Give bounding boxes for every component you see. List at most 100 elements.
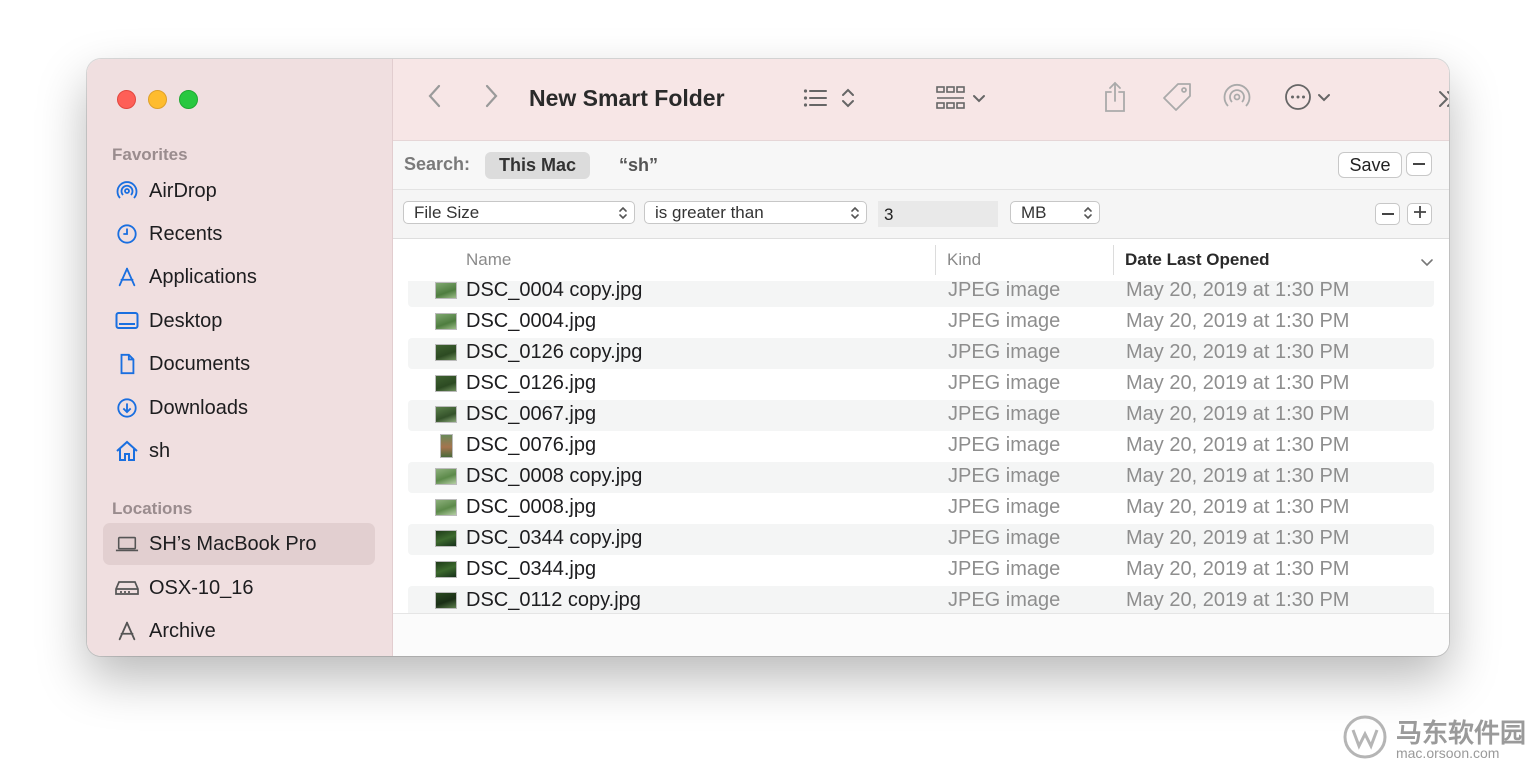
airdrop-icon [1222,82,1252,117]
more-toolbar-button[interactable] [1435,87,1449,115]
popup-arrows-icon [850,205,860,226]
file-kind: JPEG image [948,310,1061,332]
save-button[interactable]: Save [1338,152,1402,178]
file-name: DSC_0076.jpg [466,434,597,456]
file-date: May 20, 2019 at 1:30 PM [1126,281,1350,301]
action-menu-button[interactable] [1279,83,1335,115]
scope-this-mac-button[interactable]: This Mac [485,152,590,179]
file-date: May 20, 2019 at 1:30 PM [1126,496,1350,518]
file-date: May 20, 2019 at 1:30 PM [1126,558,1350,580]
sidebar-item-osx-disk[interactable]: OSX-10_16 [103,567,375,609]
disk-icon [115,576,139,600]
size-value-input[interactable]: 3 [878,201,998,227]
toolbar: New Smart Folder [393,59,1449,141]
sidebar-item-home[interactable]: sh [103,430,375,472]
table-row[interactable]: DSC_0344 copy.jpg JPEG image May 20, 201… [408,524,1434,555]
image-thumbnail-icon [435,344,457,361]
minus-icon [1381,213,1394,215]
image-thumbnail-icon [435,375,457,392]
chevron-down-icon [972,91,986,109]
file-kind: JPEG image [948,465,1061,487]
file-kind: JPEG image [948,589,1061,611]
table-row[interactable]: DSC_0126 copy.jpg JPEG image May 20, 201… [408,338,1434,369]
watermark-url: mac.orsoon.com [1395,744,1500,761]
search-scope-bar: Search: This Mac “sh” Save [393,141,1449,190]
watermark-text: 马东软件园 [1395,717,1526,748]
operator-popup[interactable]: is greater than [644,201,867,224]
attribute-popup[interactable]: File Size [403,201,635,224]
unit-popup[interactable]: MB [1010,201,1100,224]
table-row[interactable]: DSC_0004.jpg JPEG image May 20, 2019 at … [408,307,1434,338]
laptop-icon [115,532,139,556]
forward-button[interactable] [479,83,503,113]
unit-value: MB [1021,203,1047,222]
sidebar-item-documents[interactable]: Documents [103,343,375,385]
chevron-down-icon [1317,90,1331,108]
file-kind: JPEG image [948,496,1061,518]
sidebar-item-label: Recents [149,222,223,245]
table-header: Name Kind Date Last Opened [393,239,1449,282]
image-thumbnail-icon [435,406,457,423]
sidebar-item-label: SH’s MacBook Pro [149,532,317,555]
sidebar-item-label: Applications [149,265,257,288]
share-button[interactable] [1099,81,1131,117]
table-row[interactable]: DSC_0008 copy.jpg JPEG image May 20, 201… [408,462,1434,493]
file-name: DSC_0004.jpg [466,310,597,332]
sidebar-item-desktop[interactable]: Desktop [103,300,375,342]
list-view-button[interactable] [797,85,861,115]
table-row[interactable]: DSC_0126.jpg JPEG image May 20, 2019 at … [408,369,1434,400]
sidebar-item-label: Documents [149,352,251,375]
column-header-name[interactable]: Name [466,250,511,270]
tag-button[interactable] [1159,81,1195,117]
remove-criterion-button[interactable] [1375,203,1400,225]
table-row[interactable]: DSC_0004 copy.jpg JPEG image May 20, 201… [408,281,1434,307]
table-row[interactable]: DSC_0344.jpg JPEG image May 20, 2019 at … [408,555,1434,586]
column-header-date-last-opened[interactable]: Date Last Opened [1125,250,1270,270]
sidebar-item-applications[interactable]: Applications [103,256,375,298]
remove-search-button[interactable] [1406,152,1432,176]
sidebar-item-airdrop[interactable]: AirDrop [103,170,375,212]
file-date: May 20, 2019 at 1:30 PM [1126,434,1350,456]
list-icon [803,88,829,113]
sidebar-item-downloads[interactable]: Downloads [103,387,375,429]
plus-icon [1413,205,1427,224]
close-window-button[interactable] [117,90,136,109]
minimize-window-button[interactable] [148,90,167,109]
table-row[interactable]: DSC_0008.jpg JPEG image May 20, 2019 at … [408,493,1434,524]
minus-icon [1413,163,1425,165]
sidebar-item-recents[interactable]: Recents [103,213,375,255]
group-button[interactable] [933,85,989,115]
add-criterion-button[interactable] [1407,203,1432,225]
file-kind: JPEG image [948,558,1061,580]
image-thumbnail-icon [435,592,457,609]
file-date: May 20, 2019 at 1:30 PM [1126,589,1350,611]
share-icon [1102,81,1128,118]
applications-icon [115,265,139,289]
table-row[interactable]: DSC_0076.jpg JPEG image May 20, 2019 at … [408,431,1434,462]
locations-header: Locations [112,499,193,518]
file-date: May 20, 2019 at 1:30 PM [1126,310,1350,332]
chevron-left-icon [427,83,443,114]
popup-arrows-icon [1083,205,1093,226]
table-row[interactable]: DSC_0067.jpg JPEG image May 20, 2019 at … [408,400,1434,431]
zoom-window-button[interactable] [179,90,198,109]
document-icon [115,352,139,376]
sidebar-item-macbook-pro[interactable]: SH’s MacBook Pro [103,523,375,565]
sidebar-item-archive[interactable]: Archive [103,610,375,652]
search-label: Search: [404,154,471,174]
image-thumbnail-icon [435,499,457,516]
table-row[interactable]: DSC_0112 copy.jpg JPEG image May 20, 201… [408,586,1434,613]
column-divider[interactable] [935,245,936,275]
status-bar [393,613,1449,656]
column-divider[interactable] [1113,245,1114,275]
scope-sh-button[interactable]: “sh” [619,155,658,176]
chevron-updown-icon [841,86,855,115]
airdrop-button[interactable] [1219,81,1255,117]
column-header-kind[interactable]: Kind [947,250,981,270]
file-name: DSC_0126.jpg [466,372,597,394]
file-date: May 20, 2019 at 1:30 PM [1126,465,1350,487]
file-kind: JPEG image [948,527,1061,549]
sort-chevron-down-icon[interactable] [1420,255,1434,273]
home-icon [115,439,139,463]
back-button[interactable] [423,83,447,113]
